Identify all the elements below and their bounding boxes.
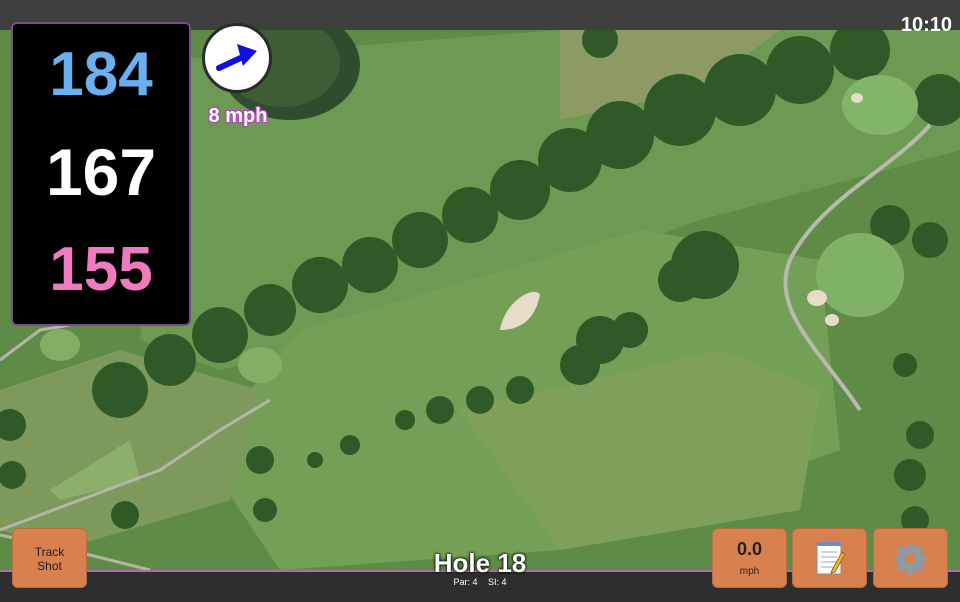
- track-shot-label-line2: Shot: [37, 559, 62, 573]
- gear-icon: [894, 543, 927, 575]
- notes-button[interactable]: [792, 528, 867, 588]
- distance-middle: 167: [45, 135, 157, 209]
- notepad-icon: [816, 542, 846, 575]
- distance-back: 184: [49, 40, 153, 109]
- speed-unit: mph: [739, 566, 760, 577]
- wind-speed: 8 mph: [208, 105, 268, 127]
- wind-compass: [202, 23, 272, 93]
- hole-title: Hole 18: [433, 548, 527, 578]
- distance-panel: 184 167 155: [11, 22, 191, 326]
- speed-button[interactable]: 0.0 mph: [712, 528, 787, 588]
- settings-button[interactable]: [873, 528, 948, 588]
- arrow-icon: [216, 44, 257, 71]
- hole-par: Par: 4: [453, 577, 478, 587]
- speed-value: 0.0: [736, 539, 763, 559]
- distance-front: 155: [49, 235, 153, 304]
- track-shot-button[interactable]: Track Shot: [12, 528, 87, 588]
- hole-info: Par: 4 SI: 4: [380, 577, 580, 587]
- hole-si: SI: 4: [488, 577, 507, 587]
- clock: 10:10: [900, 14, 952, 36]
- track-shot-label-line1: Track: [34, 545, 65, 559]
